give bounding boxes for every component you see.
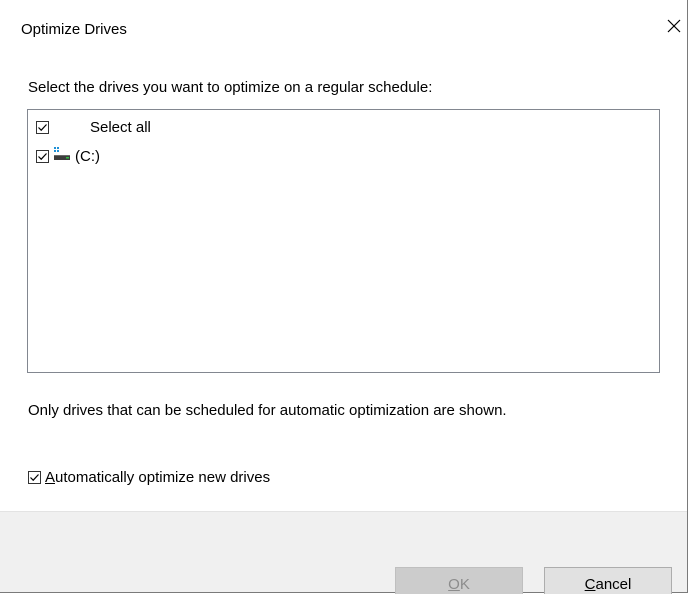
list-item-select-all[interactable]: Select all [36, 117, 151, 137]
ok-mnemonic: O [448, 575, 460, 593]
cancel-label-rest: ancel [595, 575, 632, 593]
checkmark-icon [38, 152, 47, 160]
drive-list[interactable]: Select all (C:) [27, 109, 660, 373]
drive-icon [53, 147, 71, 165]
checkmark-icon [38, 123, 47, 131]
dialog-title: Optimize Drives [21, 21, 127, 38]
ok-label-rest: K [459, 575, 470, 593]
dialog-footer: OK Cancel [0, 511, 687, 594]
list-item-drive-c[interactable]: (C:) [36, 146, 100, 166]
close-button[interactable] [660, 14, 688, 42]
select-all-checkbox[interactable] [36, 120, 49, 134]
optimize-drives-dialog: Optimize Drives Select the drives you wa… [0, 0, 688, 594]
auto-optimize-label: Automatically optimize new drives [45, 469, 270, 486]
drive-c-checkbox[interactable] [36, 149, 49, 163]
cancel-button[interactable]: Cancel [544, 567, 672, 594]
auto-optimize-checkbox[interactable] [28, 470, 41, 484]
cancel-mnemonic: C [584, 575, 596, 593]
auto-optimize-label-rest: utomatically optimize new drives [55, 468, 271, 486]
note-text: Only drives that can be scheduled for au… [28, 402, 507, 419]
instruction-text: Select the drives you want to optimize o… [28, 79, 433, 96]
drive-c-label: (C:) [75, 147, 100, 165]
checkmark-icon [30, 473, 39, 481]
auto-optimize-option[interactable]: Automatically optimize new drives [28, 467, 270, 487]
select-all-label: Select all [90, 118, 151, 136]
ok-button[interactable]: OK [395, 567, 523, 594]
auto-optimize-mnemonic: A [45, 468, 56, 486]
close-icon [667, 19, 681, 38]
